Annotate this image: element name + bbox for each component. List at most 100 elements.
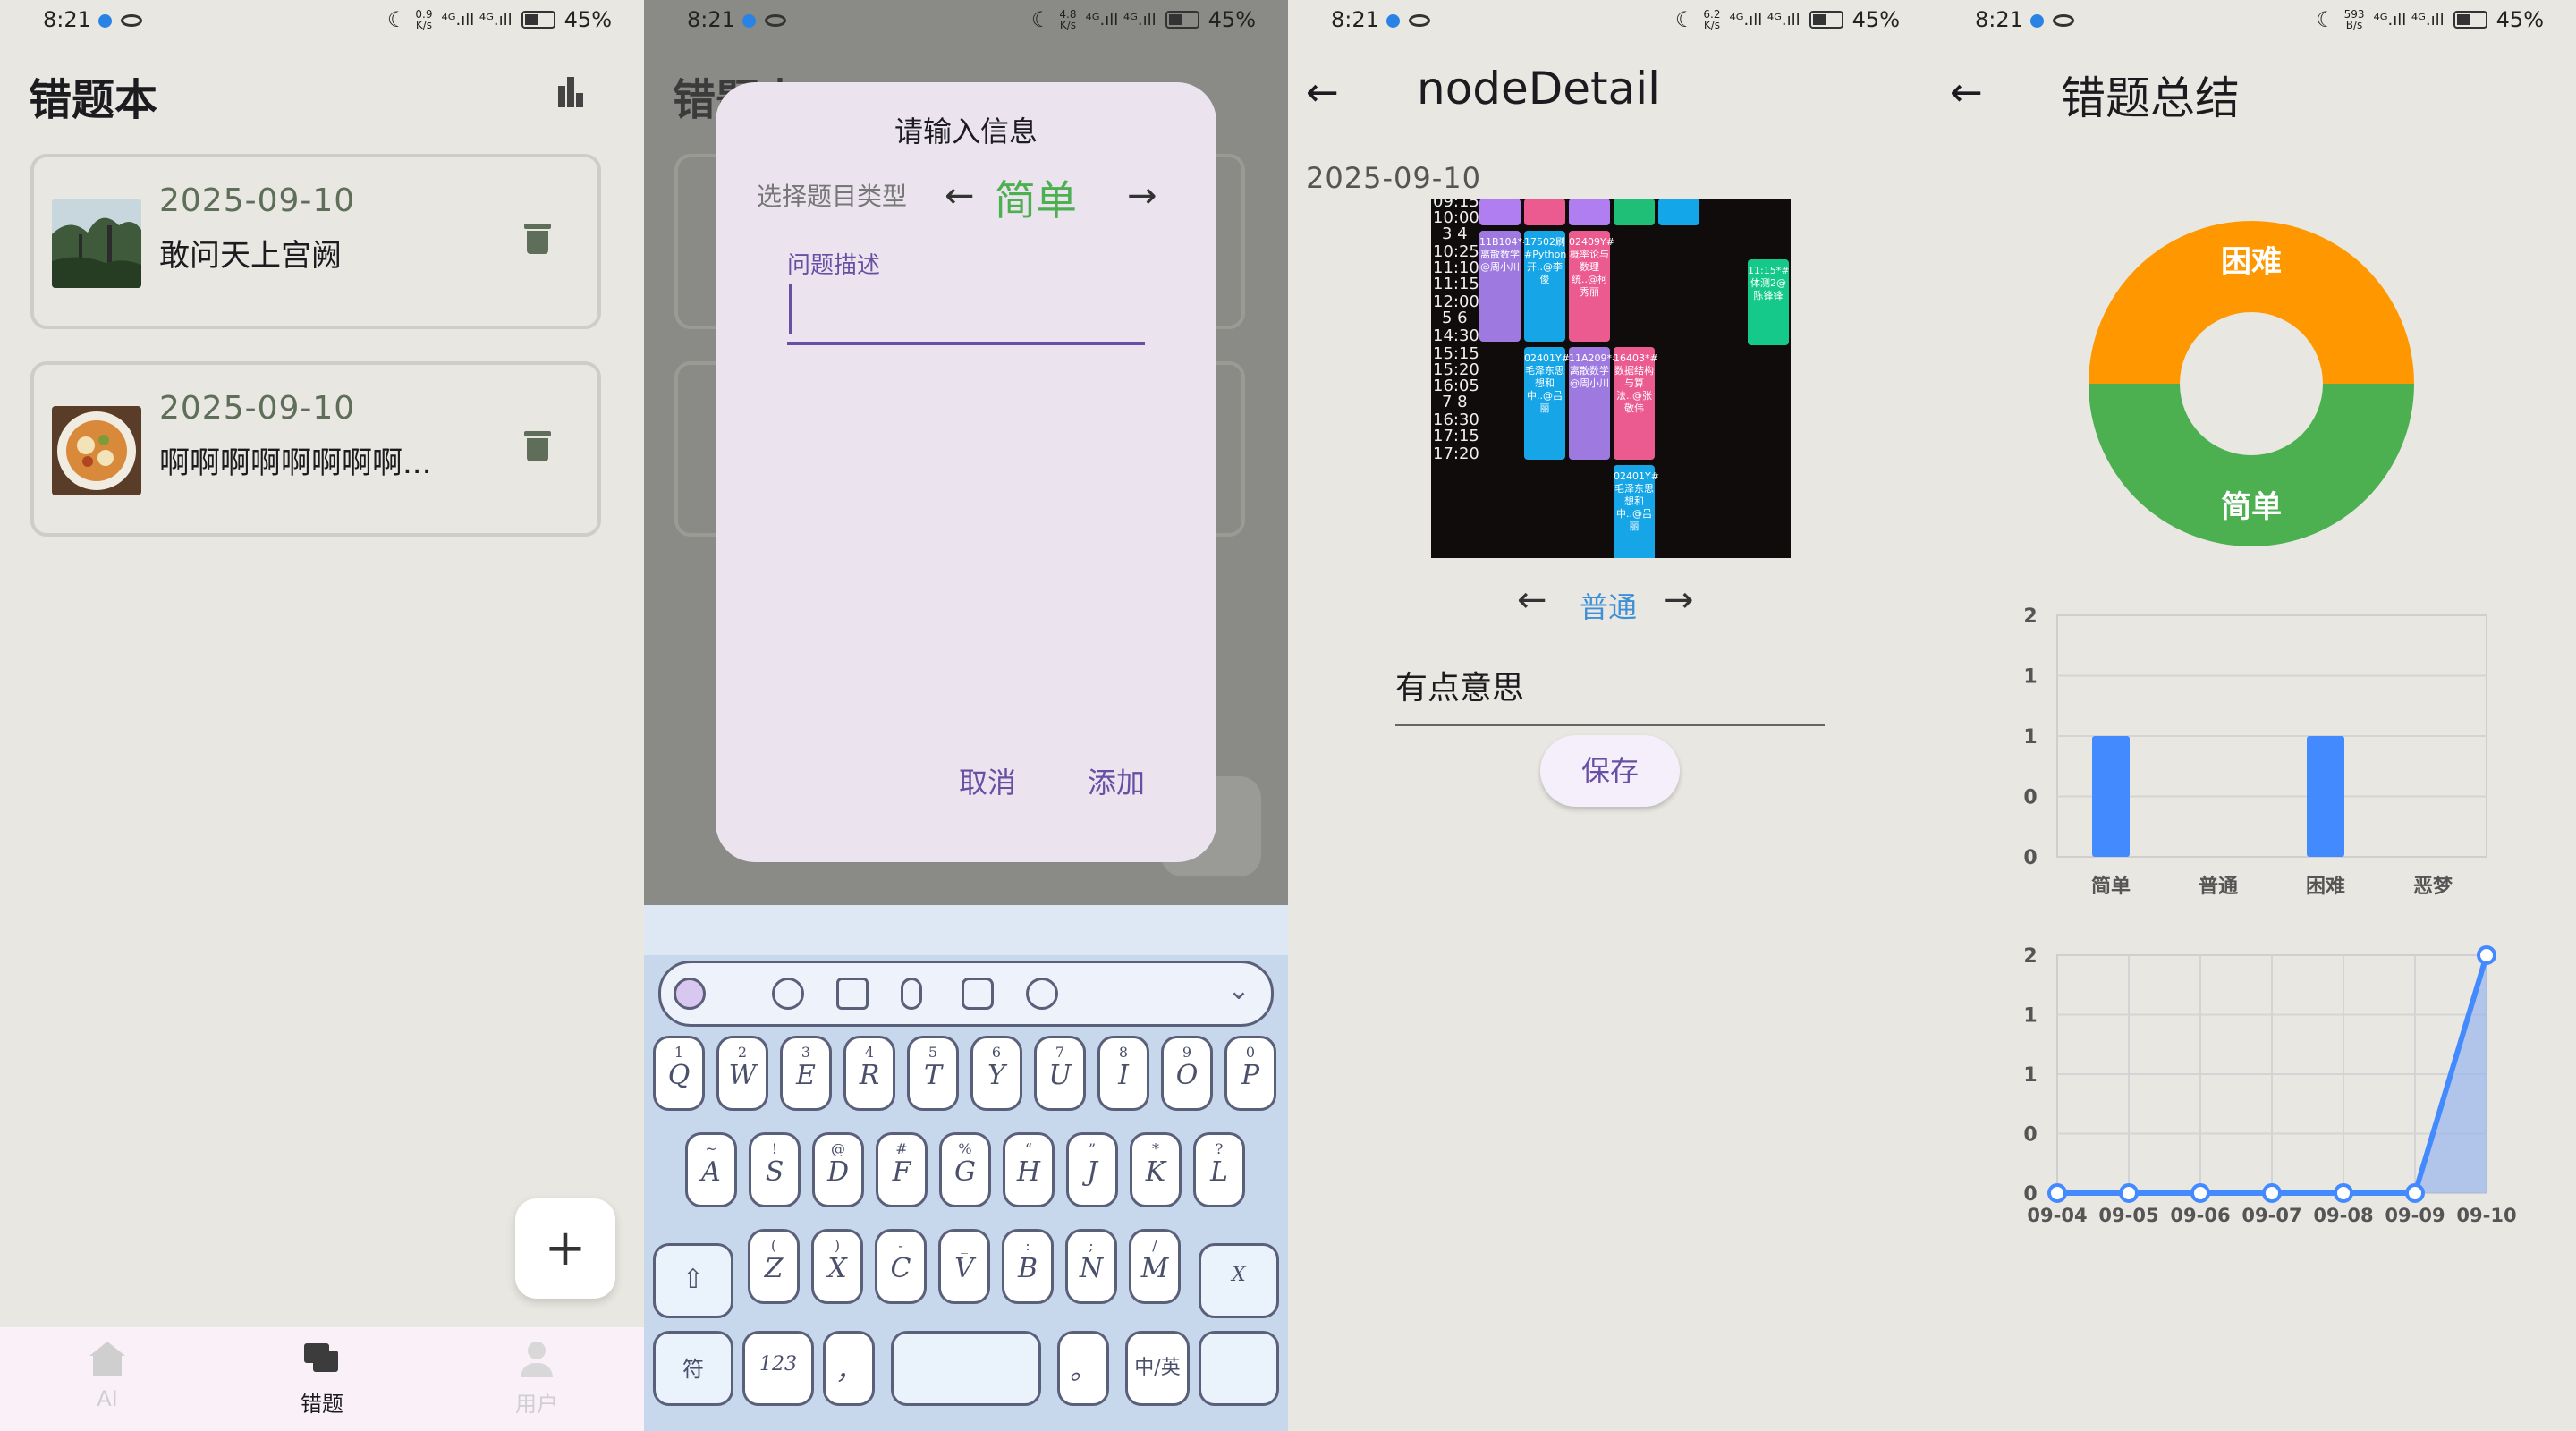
key-k[interactable]: * K [1130,1132,1182,1207]
pie-label: 简单 [2221,489,2282,525]
key-p[interactable]: 0P [1224,1036,1276,1111]
key-g[interactable]: % G [939,1132,991,1207]
chevron-down-icon[interactable]: ⌄ [1223,978,1255,1010]
y-tick-label: 1 [2023,726,2037,749]
key-x[interactable]: ) X [811,1229,863,1304]
arrow-right-icon[interactable]: → [1127,175,1157,216]
key-letter: H [1016,1156,1041,1188]
key-a[interactable]: ~ A [685,1132,737,1207]
key-n[interactable]: ; N [1065,1229,1117,1304]
shield-icon [98,14,112,28]
add-button[interactable]: 添加 [1088,760,1145,801]
battery-icon [2453,11,2487,29]
note-input[interactable]: 有点意思 [1395,662,1524,708]
key-s[interactable]: ! S [749,1132,801,1207]
key-h[interactable]: “H [1003,1132,1055,1207]
number-label: 123 [759,1353,797,1376]
period-key[interactable]: 。 [1057,1331,1109,1406]
emoji-icon[interactable] [772,978,804,1010]
key-r[interactable]: 4R [843,1036,895,1111]
key-symbol: ) [834,1237,841,1254]
description-input[interactable] [787,342,1145,345]
enter-key[interactable] [1199,1331,1279,1406]
key-e[interactable]: 3E [780,1036,832,1111]
save-button[interactable]: 保存 [1540,735,1680,807]
symbol-key[interactable]: 符 [653,1331,733,1406]
key-u[interactable]: 7U [1034,1036,1086,1111]
moon-icon: ☾ [1030,7,1051,32]
mistake-card[interactable]: 2025-09-10 啊啊啊啊啊啊啊啊... [30,361,601,537]
shield-icon [742,14,756,28]
page-title: 错题本 [29,75,158,125]
nav-item-ai[interactable]: AI [54,1342,161,1411]
add-button[interactable]: + [515,1198,615,1299]
key-j[interactable]: ” J [1066,1132,1118,1207]
back-arrow-icon[interactable]: ← [1950,70,1983,115]
number-key[interactable]: 123 [742,1331,814,1406]
x-tick-label: 09-10 [2456,1205,2516,1226]
arrow-left-icon[interactable]: ← [1517,580,1547,621]
skin-icon[interactable] [962,978,994,1010]
key-symbol: ? [1215,1140,1224,1157]
arrow-right-icon[interactable]: → [1664,580,1694,621]
bar [2307,736,2344,857]
key-c[interactable]: -C [875,1229,927,1304]
keyboard-icon[interactable] [836,978,869,1010]
schedule-course-block: 02401Y#毛泽东思想和中..@吕丽 [1524,347,1570,460]
back-arrow-icon[interactable]: ← [1306,70,1339,115]
key-letter: U [1048,1060,1072,1091]
delete-icon[interactable] [524,431,551,461]
moon-icon: ☾ [2316,7,2335,32]
key-l[interactable]: ? L [1193,1132,1245,1207]
key-b[interactable]: :B [1002,1229,1054,1304]
y-tick-label: 0 [2023,1124,2037,1147]
key-symbol: 9 [1182,1044,1192,1061]
status-time: 8:21 [1331,7,1379,32]
key-o[interactable]: 9O [1161,1036,1213,1111]
key-y[interactable]: 6Y [970,1036,1022,1111]
key-i[interactable]: 8I [1097,1036,1149,1111]
search-icon[interactable] [1026,978,1058,1010]
x-tick-label: 09-07 [2241,1205,2301,1226]
key-symbol: 5 [928,1044,938,1061]
sogou-icon[interactable] [674,978,706,1010]
battery-level: 45% [2496,7,2544,32]
key-v[interactable]: _ V [938,1229,990,1304]
comma-key[interactable]: ， [823,1331,875,1406]
space-key[interactable] [891,1331,1041,1406]
page-title: nodeDetail [1417,63,1661,114]
nav-item-user[interactable]: 用户 [483,1342,590,1418]
delete-key[interactable]: X [1199,1243,1279,1318]
nav-item-mistakes[interactable]: 错题 [268,1342,376,1418]
language-key[interactable]: 中/英 [1125,1331,1190,1406]
x-tick-label: 09-05 [2098,1205,2158,1226]
schedule-course-block: 11A209*#离散数学@周小川 [1569,347,1620,460]
microphone-icon[interactable] [901,978,922,1010]
key-w[interactable]: 2W [716,1036,768,1111]
eye-icon [1409,14,1430,27]
key-letter: P [1241,1060,1260,1091]
forum-icon [302,1342,342,1377]
key-m[interactable]: / M [1129,1229,1181,1304]
key-z[interactable]: (Z [748,1229,800,1304]
shift-key[interactable]: ⇧ [653,1243,733,1318]
key-symbol: 6 [991,1044,1002,1061]
arrow-left-icon[interactable]: ← [945,175,975,216]
bar-chart-icon[interactable] [555,75,587,107]
key-symbol: ~ [705,1140,717,1157]
key-f[interactable]: # F [876,1132,928,1207]
mistake-card[interactable]: 2025-09-10 敢问天上宫阙 [30,154,601,329]
key-t[interactable]: 5T [907,1036,959,1111]
schedule-time: 11:15 [1433,275,1479,293]
cancel-button[interactable]: 取消 [959,760,1016,801]
status-bar: 8:21 ☾ 0.9 K/s ⁴ᴳ.ıll ⁴ᴳ.ıll 45% [0,0,644,43]
schedule-time: 3 4 [1442,224,1468,243]
battery-icon [1809,11,1843,29]
moon-icon: ☾ [386,7,407,32]
data-point [2190,1183,2210,1203]
key-q[interactable]: 1Q [653,1036,705,1111]
key-d[interactable]: @ D [812,1132,864,1207]
battery-level: 45% [1852,7,1900,32]
delete-icon[interactable] [524,224,551,254]
nav-label: AI [97,1386,118,1411]
